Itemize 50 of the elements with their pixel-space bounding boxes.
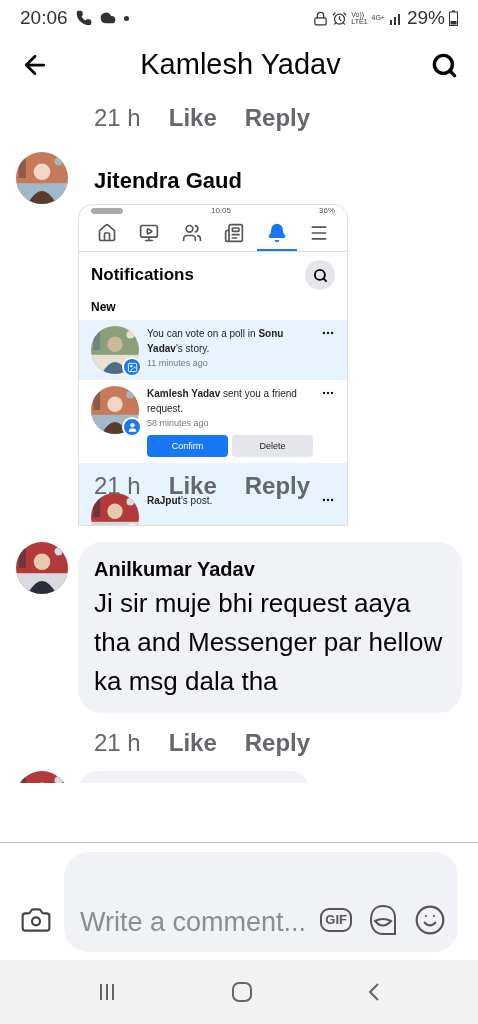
page-title: Kamlesh Yadav [140,47,341,83]
notification-item[interactable]: You can vote on a poll in Sonu Yadav's story. 11 minutes ago [79,320,347,380]
battery-text: 36% [318,205,335,217]
battery-percent: 29% [406,5,445,30]
newspaper-icon [224,223,245,243]
search-icon [312,267,328,283]
like-link[interactable]: Like [168,100,217,136]
sticker-icon[interactable] [368,904,398,936]
video-icon [139,223,160,243]
reply-link[interactable]: Reply [244,725,311,761]
like-link[interactable]: Like [168,725,217,761]
comment-time: 21 h [94,103,141,133]
people-icon [181,223,202,243]
emoji-icon[interactable] [414,904,446,936]
alarm-icon [332,10,348,26]
status-time: 10:05 [210,205,231,217]
badge-icon [122,357,142,377]
comment-field[interactable]: Write a comment... GIF [64,852,458,952]
home-icon [97,223,117,243]
bell-icon [266,223,287,243]
cloud-icon [99,10,116,26]
phone-icon [75,10,92,26]
home-button-icon[interactable] [231,981,253,1003]
notification-text: You can vote on a poll in Sonu Yadav's story. [147,327,285,356]
search-button[interactable] [305,260,335,290]
comment-author[interactable]: Jitendra Gaud [78,152,348,204]
back-button-icon[interactable] [367,981,381,1003]
battery-icon [449,10,458,26]
delete-button[interactable]: Delete [232,435,313,457]
notification-time: 11 minutes ago [147,357,209,370]
reply-link[interactable]: Reply [244,472,311,500]
clock: 20:06 [20,5,68,30]
comment-author[interactable]: Anilkumar Yadav [94,554,446,584]
gif-button[interactable]: GIF [320,908,352,932]
badge-icon [122,417,142,437]
notification-text: Kamlesh Yadav sent you a friend request. [147,387,298,416]
notification-text: RaJput's post. [147,494,214,508]
confirm-button[interactable]: Confirm [147,435,228,457]
comment-time: 21 h [94,728,141,758]
section-label: New [90,299,117,316]
comment-text: Ji sir muje bhi request aaya tha and Messenger par hellow ka msg dala tha [94,587,444,698]
notification-time: 58 minutes ago [147,417,210,430]
notifications-title: Notifications [91,264,194,287]
reply-link[interactable]: Reply [244,100,311,136]
recent-apps-icon[interactable] [97,982,117,1002]
signal-icon [388,11,403,25]
lock-icon [313,10,329,26]
comment-time: 21 h [94,472,141,500]
search-icon[interactable] [431,51,458,79]
comment-placeholder: Write a comment... [80,906,308,939]
